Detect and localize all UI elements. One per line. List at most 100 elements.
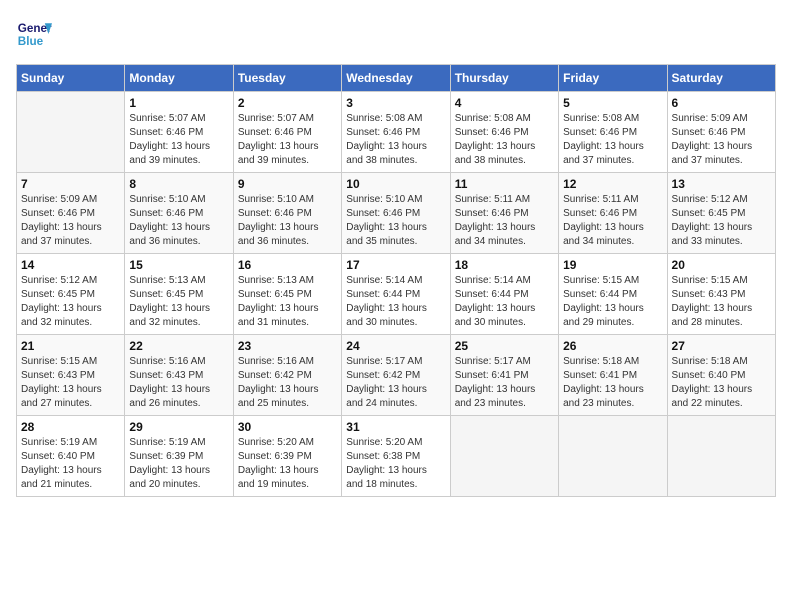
day-number: 27 [672,339,771,353]
day-info: Sunrise: 5:15 AM Sunset: 6:43 PM Dayligh… [672,274,771,330]
calendar-header: SundayMondayTuesdayWednesdayThursdayFrid… [17,65,776,92]
header-cell-tuesday: Tuesday [233,65,341,92]
day-info: Sunrise: 5:07 AM Sunset: 6:46 PM Dayligh… [238,112,337,168]
day-cell [450,416,558,497]
day-cell: 20 Sunrise: 5:15 AM Sunset: 6:43 PM Dayli… [667,254,775,335]
day-number: 26 [563,339,662,353]
day-number: 30 [238,420,337,434]
day-number: 6 [672,96,771,110]
day-cell: 5Sunrise: 5:08 AM Sunset: 6:46 PM Daylig… [559,92,667,173]
logo-icon: General Blue [16,16,52,52]
header-cell-saturday: Saturday [667,65,775,92]
day-number: 1 [129,96,228,110]
day-info: Sunrise: 5:16 AM Sunset: 6:42 PM Dayligh… [238,355,337,411]
day-number: 14 [21,258,120,272]
day-info: Sunrise: 5:17 AM Sunset: 6:41 PM Dayligh… [455,355,554,411]
day-info: Sunrise: 5:15 AM Sunset: 6:43 PM Dayligh… [21,355,120,411]
day-cell: 26Sunrise: 5:18 AM Sunset: 6:41 PM Dayli… [559,335,667,416]
day-number: 29 [129,420,228,434]
day-number: 21 [21,339,120,353]
day-info: Sunrise: 5:15 AM Sunset: 6:44 PM Dayligh… [563,274,662,330]
calendar-table: SundayMondayTuesdayWednesdayThursdayFrid… [16,64,776,497]
day-cell: 12 Sunrise: 5:11 AM Sunset: 6:46 PM Dayli… [559,173,667,254]
day-info: Sunrise: 5:17 AM Sunset: 6:42 PM Dayligh… [346,355,445,411]
day-cell: 28 Sunrise: 5:19 AM Sunset: 6:40 PM Dayli… [17,416,125,497]
day-number: 23 [238,339,337,353]
day-info: Sunrise: 5:09 AM Sunset: 6:46 PM Dayligh… [21,193,120,249]
day-cell: 10 Sunrise: 5:10 AM Sunset: 6:46 PM Dayli… [342,173,450,254]
day-info: Sunrise: 5:14 AM Sunset: 6:44 PM Dayligh… [455,274,554,330]
week-row-3: 14Sunrise: 5:12 AM Sunset: 6:45 PM Dayli… [17,254,776,335]
day-cell: 16 Sunrise: 5:13 AM Sunset: 6:45 PM Dayli… [233,254,341,335]
day-info: Sunrise: 5:13 AM Sunset: 6:45 PM Dayligh… [129,274,228,330]
day-info: Sunrise: 5:18 AM Sunset: 6:40 PM Dayligh… [672,355,771,411]
day-number: 10 [346,177,445,191]
day-number: 5 [563,96,662,110]
svg-text:Blue: Blue [18,35,44,48]
day-cell: 3 Sunrise: 5:08 AM Sunset: 6:46 PM Daylig… [342,92,450,173]
day-cell: 17Sunrise: 5:14 AM Sunset: 6:44 PM Dayli… [342,254,450,335]
day-cell: 15 Sunrise: 5:13 AM Sunset: 6:45 PM Dayli… [125,254,233,335]
day-number: 9 [238,177,337,191]
day-number: 31 [346,420,445,434]
day-cell: 22 Sunrise: 5:16 AM Sunset: 6:43 PM Dayli… [125,335,233,416]
day-number: 15 [129,258,228,272]
day-info: Sunrise: 5:07 AM Sunset: 6:46 PM Dayligh… [129,112,228,168]
day-number: 18 [455,258,554,272]
day-cell: 19 Sunrise: 5:15 AM Sunset: 6:44 PM Dayli… [559,254,667,335]
day-cell: 23 Sunrise: 5:16 AM Sunset: 6:42 PM Dayli… [233,335,341,416]
day-cell: 31 Sunrise: 5:20 AM Sunset: 6:38 PM Dayli… [342,416,450,497]
day-cell: 9 Sunrise: 5:10 AM Sunset: 6:46 PM Daylig… [233,173,341,254]
week-row-2: 7 Sunrise: 5:09 AM Sunset: 6:46 PM Daylig… [17,173,776,254]
day-info: Sunrise: 5:16 AM Sunset: 6:43 PM Dayligh… [129,355,228,411]
day-number: 17 [346,258,445,272]
header-cell-thursday: Thursday [450,65,558,92]
day-cell: 24Sunrise: 5:17 AM Sunset: 6:42 PM Dayli… [342,335,450,416]
day-cell: 11Sunrise: 5:11 AM Sunset: 6:46 PM Dayli… [450,173,558,254]
header-cell-sunday: Sunday [17,65,125,92]
day-info: Sunrise: 5:12 AM Sunset: 6:45 PM Dayligh… [672,193,771,249]
day-number: 28 [21,420,120,434]
day-cell: 18 Sunrise: 5:14 AM Sunset: 6:44 PM Dayli… [450,254,558,335]
day-info: Sunrise: 5:08 AM Sunset: 6:46 PM Dayligh… [346,112,445,168]
day-info: Sunrise: 5:10 AM Sunset: 6:46 PM Dayligh… [129,193,228,249]
day-cell: 8 Sunrise: 5:10 AM Sunset: 6:46 PM Daylig… [125,173,233,254]
header-cell-friday: Friday [559,65,667,92]
page-header: General Blue [16,16,776,52]
day-info: Sunrise: 5:09 AM Sunset: 6:46 PM Dayligh… [672,112,771,168]
day-info: Sunrise: 5:08 AM Sunset: 6:46 PM Dayligh… [455,112,554,168]
day-number: 7 [21,177,120,191]
day-cell: 13 Sunrise: 5:12 AM Sunset: 6:45 PM Dayli… [667,173,775,254]
day-number: 12 [563,177,662,191]
day-number: 25 [455,339,554,353]
day-info: Sunrise: 5:13 AM Sunset: 6:45 PM Dayligh… [238,274,337,330]
day-number: 2 [238,96,337,110]
day-number: 3 [346,96,445,110]
day-number: 13 [672,177,771,191]
day-info: Sunrise: 5:10 AM Sunset: 6:46 PM Dayligh… [346,193,445,249]
day-info: Sunrise: 5:19 AM Sunset: 6:40 PM Dayligh… [21,436,120,492]
day-number: 19 [563,258,662,272]
day-cell: 29 Sunrise: 5:19 AM Sunset: 6:39 PM Dayli… [125,416,233,497]
day-cell: 7 Sunrise: 5:09 AM Sunset: 6:46 PM Daylig… [17,173,125,254]
day-number: 20 [672,258,771,272]
day-cell [667,416,775,497]
day-number: 16 [238,258,337,272]
day-cell: 2 Sunrise: 5:07 AM Sunset: 6:46 PM Daylig… [233,92,341,173]
day-info: Sunrise: 5:11 AM Sunset: 6:46 PM Dayligh… [455,193,554,249]
header-cell-monday: Monday [125,65,233,92]
day-info: Sunrise: 5:11 AM Sunset: 6:46 PM Dayligh… [563,193,662,249]
day-info: Sunrise: 5:20 AM Sunset: 6:39 PM Dayligh… [238,436,337,492]
day-number: 22 [129,339,228,353]
day-cell: 27 Sunrise: 5:18 AM Sunset: 6:40 PM Dayli… [667,335,775,416]
header-row: SundayMondayTuesdayWednesdayThursdayFrid… [17,65,776,92]
day-cell: 30 Sunrise: 5:20 AM Sunset: 6:39 PM Dayli… [233,416,341,497]
day-info: Sunrise: 5:19 AM Sunset: 6:39 PM Dayligh… [129,436,228,492]
header-cell-wednesday: Wednesday [342,65,450,92]
day-info: Sunrise: 5:10 AM Sunset: 6:46 PM Dayligh… [238,193,337,249]
day-cell: 6 Sunrise: 5:09 AM Sunset: 6:46 PM Daylig… [667,92,775,173]
day-number: 8 [129,177,228,191]
day-cell: 14Sunrise: 5:12 AM Sunset: 6:45 PM Dayli… [17,254,125,335]
day-info: Sunrise: 5:20 AM Sunset: 6:38 PM Dayligh… [346,436,445,492]
week-row-5: 28 Sunrise: 5:19 AM Sunset: 6:40 PM Dayli… [17,416,776,497]
